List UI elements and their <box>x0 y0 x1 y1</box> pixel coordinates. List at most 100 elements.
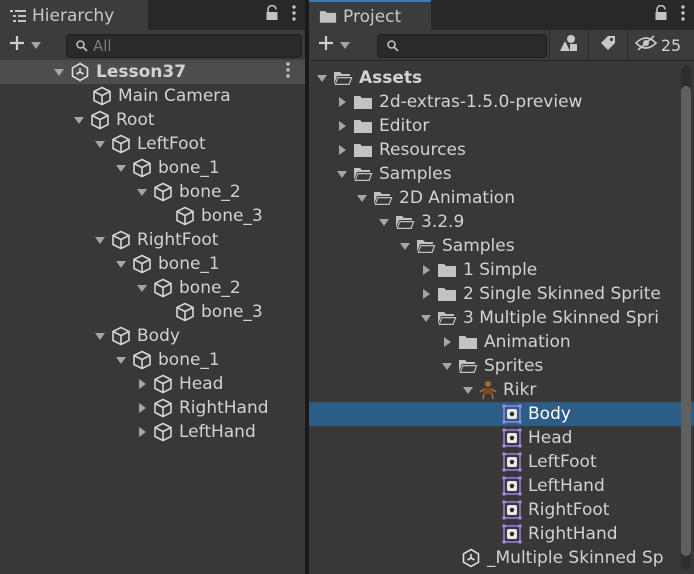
create-button[interactable] <box>8 34 42 57</box>
expand-arrow-icon[interactable] <box>72 113 86 127</box>
create-button[interactable] <box>317 34 351 57</box>
project-item-3-multiple-skinned[interactable]: 3 Multiple Skinned Spri <box>309 306 694 330</box>
sprite-icon <box>502 476 522 496</box>
project-item-rikr[interactable]: Rikr <box>309 378 694 402</box>
lock-icon[interactable] <box>654 5 668 26</box>
item-label: RightFoot <box>137 230 219 250</box>
hierarchy-item-leftfoot[interactable]: LeftFoot <box>0 132 305 156</box>
item-label: LeftFoot <box>137 134 206 154</box>
collapse-arrow-icon[interactable] <box>335 95 349 109</box>
item-label: Head <box>179 374 224 394</box>
expand-arrow-icon[interactable] <box>461 383 475 397</box>
hierarchy-item-root[interactable]: Root <box>0 108 305 132</box>
hierarchy-search-input[interactable] <box>93 37 301 55</box>
gameobject-icon <box>132 158 152 178</box>
project-item-2-single-skinned[interactable]: 2 Single Skinned Sprite <box>309 282 694 306</box>
project-item-sprite-head[interactable]: Head <box>309 426 694 450</box>
project-item-sprite-lefthand[interactable]: LeftHand <box>309 474 694 498</box>
item-label: Resources <box>379 140 466 160</box>
hierarchy-item-righthand[interactable]: RightHand <box>0 396 305 420</box>
tab-project[interactable]: Project <box>309 0 431 31</box>
expand-arrow-icon[interactable] <box>93 329 107 343</box>
expand-arrow-icon[interactable] <box>114 257 128 271</box>
project-item-sprite-righthand[interactable]: RightHand <box>309 522 694 546</box>
tab-hierarchy[interactable]: Hierarchy <box>0 0 148 31</box>
hierarchy-item-bone-1[interactable]: bone_1 <box>0 252 305 276</box>
project-item-2d-extras[interactable]: 2d-extras-1.5.0-preview <box>309 90 694 114</box>
expand-arrow-icon[interactable] <box>377 215 391 229</box>
lock-icon[interactable] <box>265 5 279 26</box>
expand-arrow-icon[interactable] <box>52 65 66 79</box>
project-item-samples-sub[interactable]: Samples <box>309 234 694 258</box>
expand-arrow-icon[interactable] <box>315 71 329 85</box>
hierarchy-item-main-camera[interactable]: Main Camera <box>0 84 305 108</box>
expand-arrow-icon[interactable] <box>93 233 107 247</box>
hidden-count: 25 <box>660 35 682 55</box>
collapse-arrow-icon[interactable] <box>335 143 349 157</box>
kebab-menu-icon[interactable] <box>291 4 297 27</box>
project-item-sprite-rightfoot[interactable]: RightFoot <box>309 498 694 522</box>
collapse-arrow-icon[interactable] <box>419 263 433 277</box>
collapse-arrow-icon[interactable] <box>419 287 433 301</box>
hierarchy-item-bone-1[interactable]: bone_1 <box>0 156 305 180</box>
project-item-scene-multiple-skinned[interactable]: _Multiple Skinned Sp <box>309 546 694 570</box>
hierarchy-search[interactable] <box>66 34 302 58</box>
project-item-samples[interactable]: Samples <box>309 162 694 186</box>
project-item-sprites[interactable]: Sprites <box>309 354 694 378</box>
expand-arrow-icon[interactable] <box>335 167 349 181</box>
filter-by-label-button[interactable] <box>588 30 627 60</box>
collapse-arrow-icon[interactable] <box>335 119 349 133</box>
expand-arrow-icon[interactable] <box>355 191 369 205</box>
project-search-input[interactable] <box>404 37 546 55</box>
project-item-sprite-leftfoot[interactable]: LeftFoot <box>309 450 694 474</box>
item-label: bone_2 <box>179 278 241 298</box>
project-item-animation[interactable]: Animation <box>309 330 694 354</box>
collapse-arrow-icon[interactable] <box>440 335 454 349</box>
project-item-2d-animation[interactable]: 2D Animation <box>309 186 694 210</box>
gameobject-icon <box>90 110 110 130</box>
gameobject-icon <box>92 86 112 106</box>
project-item-resources[interactable]: Resources <box>309 138 694 162</box>
folder-icon <box>437 262 457 278</box>
folder-open-icon <box>373 190 393 206</box>
expand-arrow-icon[interactable] <box>440 359 454 373</box>
project-item-editor[interactable]: Editor <box>309 114 694 138</box>
hierarchy-item-bone-3[interactable]: bone_3 <box>0 204 305 228</box>
hierarchy-item-bone-1[interactable]: bone_1 <box>0 348 305 372</box>
project-search[interactable] <box>377 34 547 58</box>
item-label: Root <box>116 110 155 130</box>
expand-arrow-icon[interactable] <box>93 137 107 151</box>
expand-arrow-icon[interactable] <box>114 353 128 367</box>
hierarchy-item-rightfoot[interactable]: RightFoot <box>0 228 305 252</box>
scrollbar-thumb[interactable] <box>681 86 691 556</box>
hierarchy-item-head[interactable]: Head <box>0 372 305 396</box>
gameobject-icon <box>111 134 131 154</box>
hidden-packages-button[interactable]: 25 <box>627 30 688 60</box>
collapse-arrow-icon[interactable] <box>135 401 149 415</box>
expand-arrow-icon[interactable] <box>398 239 412 253</box>
expand-arrow-icon[interactable] <box>135 281 149 295</box>
expand-arrow-icon[interactable] <box>419 311 433 325</box>
folder-open-icon <box>333 70 353 86</box>
project-item-assets[interactable]: Assets <box>309 66 694 90</box>
collapse-arrow-icon[interactable] <box>135 377 149 391</box>
hierarchy-item-bone-3[interactable]: bone_3 <box>0 300 305 324</box>
project-item-1-simple[interactable]: 1 Simple <box>309 258 694 282</box>
project-item-sprite-body[interactable]: Body <box>309 402 694 426</box>
scene-kebab-icon[interactable] <box>285 61 291 84</box>
filter-by-type-button[interactable] <box>549 30 588 60</box>
folder-open-icon <box>437 310 457 326</box>
item-label: bone_1 <box>158 158 220 178</box>
expand-arrow-icon[interactable] <box>114 161 128 175</box>
hierarchy-item-bone-2[interactable]: bone_2 <box>0 180 305 204</box>
hierarchy-item-lefthand[interactable]: LeftHand <box>0 420 305 444</box>
kebab-menu-icon[interactable] <box>680 4 686 27</box>
hierarchy-tab-bar: Hierarchy <box>0 0 305 31</box>
expand-arrow-icon[interactable] <box>135 185 149 199</box>
project-item-version[interactable]: 3.2.9 <box>309 210 694 234</box>
hierarchy-item-bone-2[interactable]: bone_2 <box>0 276 305 300</box>
collapse-arrow-icon[interactable] <box>135 425 149 439</box>
scene-row[interactable]: Lesson37 <box>0 60 305 84</box>
search-icon <box>386 39 400 53</box>
hierarchy-item-body[interactable]: Body <box>0 324 305 348</box>
